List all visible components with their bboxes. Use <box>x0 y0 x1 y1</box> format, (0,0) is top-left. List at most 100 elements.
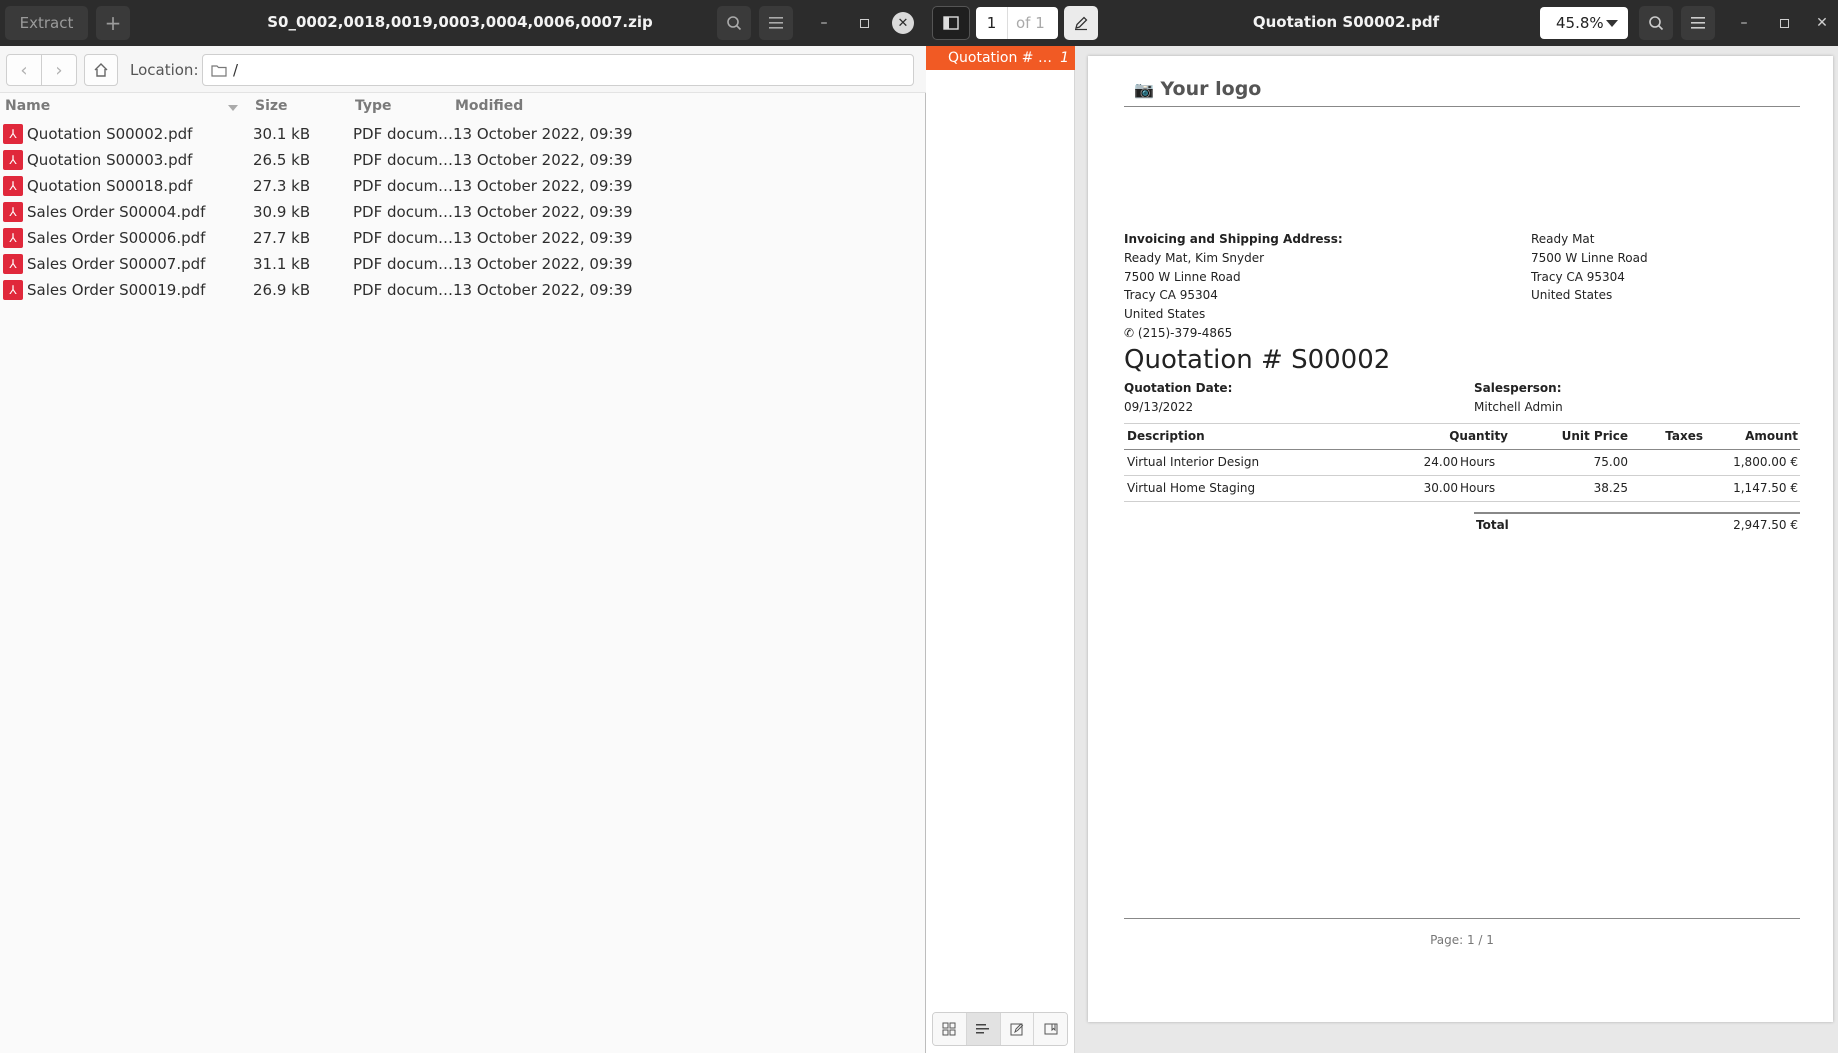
quotation-date-value: 09/13/2022 <box>1124 400 1194 414</box>
thumbnails-button[interactable] <box>933 1013 967 1045</box>
close-icon: ✕ <box>897 15 909 31</box>
viewer-search-button[interactable] <box>1639 6 1673 40</box>
outline-item[interactable]: Quotation # … 1 <box>926 46 1075 70</box>
phone-number: (215)-379-4865 <box>1137 326 1233 340</box>
chevron-left-icon: ‹ <box>20 59 28 81</box>
location-field[interactable]: / <box>202 54 914 86</box>
address-line: United States <box>1124 307 1206 321</box>
viewer-close-button[interactable]: ✕ <box>1811 12 1833 34</box>
sidebar-icon <box>943 16 959 30</box>
column-header-name[interactable]: Name <box>5 98 50 118</box>
folder-icon <box>211 64 227 77</box>
file-type: PDF docum… <box>353 125 454 143</box>
table-header-rule <box>1124 449 1800 450</box>
location-path: / <box>233 61 239 79</box>
col-amount: Amount <box>1745 429 1798 443</box>
file-modified: 13 October 2022, 09:39 <box>453 125 633 143</box>
maximize-icon <box>1779 18 1789 28</box>
pdf-file-icon: ⅄ <box>3 280 23 300</box>
forward-button[interactable]: › <box>41 54 77 86</box>
table-top-rule <box>1124 423 1800 424</box>
company-line: 7500 W Linne Road <box>1531 251 1648 265</box>
address-line: Ready Mat, Kim Snyder <box>1124 251 1265 265</box>
outline-button[interactable] <box>966 1013 1001 1045</box>
pdf-file-icon: ⅄ <box>3 254 23 274</box>
annotate-button[interactable] <box>1064 6 1098 40</box>
table-row[interactable]: ⅄ Sales Order S00004.pdf 30.9 kB PDF docum…… <box>0 199 926 225</box>
line-description: Virtual Interior Design <box>1127 455 1260 469</box>
file-type: PDF docum… <box>353 281 454 299</box>
file-name: Quotation S00018.pdf <box>27 177 193 195</box>
column-header-modified[interactable]: Modified <box>455 98 523 118</box>
close-button[interactable]: ✕ <box>892 12 914 34</box>
file-size: 27.3 kB <box>253 177 311 195</box>
maximize-icon <box>859 18 869 28</box>
zoom-value: 45.8% <box>1556 14 1604 32</box>
sort-indicator-icon <box>228 105 238 111</box>
file-name: Sales Order S00007.pdf <box>27 255 206 273</box>
total-value: 2,947.50 € <box>1733 518 1798 532</box>
note-icon <box>1010 1023 1024 1036</box>
table-row[interactable]: ⅄ Quotation S00018.pdf 27.3 kB PDF docum… 13… <box>0 173 926 199</box>
header-divider <box>1124 106 1800 107</box>
footer-divider <box>1124 918 1800 919</box>
annotations-button[interactable] <box>1000 1013 1035 1045</box>
table-row[interactable]: ⅄ Quotation S00002.pdf 30.1 kB PDF docum… 13… <box>0 121 926 147</box>
row-divider <box>1124 475 1800 476</box>
page-selector[interactable]: 1 of 1 <box>976 7 1058 39</box>
column-header-size[interactable]: Size <box>255 98 288 118</box>
table-row[interactable]: ⅄ Sales Order S00007.pdf 31.1 kB PDF docum…… <box>0 251 926 277</box>
file-name: Sales Order S00004.pdf <box>27 203 206 221</box>
close-icon: ✕ <box>1816 15 1828 31</box>
chevron-right-icon: › <box>55 59 63 81</box>
zoom-selector[interactable]: 45.8% <box>1540 7 1628 39</box>
outline-item-page: 1 <box>1060 50 1069 66</box>
address-line: Tracy CA 95304 <box>1124 288 1218 302</box>
search-icon <box>727 16 742 31</box>
table-row[interactable]: ⅄ Quotation S00003.pdf 26.5 kB PDF docum… 13… <box>0 147 926 173</box>
file-name: Sales Order S00019.pdf <box>27 281 206 299</box>
table-row[interactable]: ⅄ Sales Order S00019.pdf 26.9 kB PDF docum…… <box>0 277 926 303</box>
minimize-icon: – <box>1740 15 1748 31</box>
pdf-file-icon: ⅄ <box>3 202 23 222</box>
home-icon <box>94 63 108 77</box>
pdf-file-icon: ⅄ <box>3 228 23 248</box>
minimize-button[interactable]: – <box>813 12 835 34</box>
salesperson-value: Mitchell Admin <box>1474 400 1563 414</box>
file-size: 26.5 kB <box>253 151 311 169</box>
hamburger-icon <box>1691 17 1705 29</box>
col-taxes: Taxes <box>1665 429 1703 443</box>
page-number-input[interactable]: 1 <box>976 7 1008 39</box>
viewer-minimize-button[interactable]: – <box>1733 12 1755 34</box>
back-button[interactable]: ‹ <box>6 54 42 86</box>
file-name: Quotation S00002.pdf <box>27 125 193 143</box>
viewer-menu-button[interactable] <box>1681 6 1715 40</box>
salesperson-label: Salesperson: <box>1474 381 1562 395</box>
home-button[interactable] <box>84 54 118 86</box>
line-unit-price: 75.00 <box>1593 455 1628 469</box>
col-unit-price: Unit Price <box>1561 429 1628 443</box>
page-count: of 1 <box>1016 14 1045 32</box>
table-row[interactable]: ⅄ Sales Order S00006.pdf 27.7 kB PDF docum…… <box>0 225 926 251</box>
column-header-type[interactable]: Type <box>355 98 392 118</box>
pdf-file-icon: ⅄ <box>3 124 23 144</box>
logo-text: Your logo <box>1160 78 1262 100</box>
bookmarks-button[interactable] <box>1034 1013 1067 1045</box>
sidebar-mode-buttons <box>932 1012 1068 1046</box>
pdf-file-icon: ⅄ <box>3 176 23 196</box>
search-icon <box>1649 16 1664 31</box>
phone-line: ✆ (215)-379-4865 <box>1124 326 1232 340</box>
maximize-button[interactable] <box>853 12 875 34</box>
sidebar-toggle-button[interactable] <box>932 6 970 40</box>
company-line: United States <box>1531 288 1613 302</box>
viewer-maximize-button[interactable] <box>1773 12 1795 34</box>
col-description: Description <box>1127 429 1205 443</box>
file-name: Quotation S00003.pdf <box>27 151 193 169</box>
menu-button[interactable] <box>759 6 793 40</box>
phone-icon: ✆ <box>1124 326 1135 340</box>
search-button[interactable] <box>717 6 751 40</box>
file-size: 30.1 kB <box>253 125 311 143</box>
extract-button[interactable]: Extract <box>5 6 88 40</box>
document-heading: Quotation # S00002 <box>1124 345 1391 375</box>
add-files-button[interactable]: + <box>96 6 130 40</box>
